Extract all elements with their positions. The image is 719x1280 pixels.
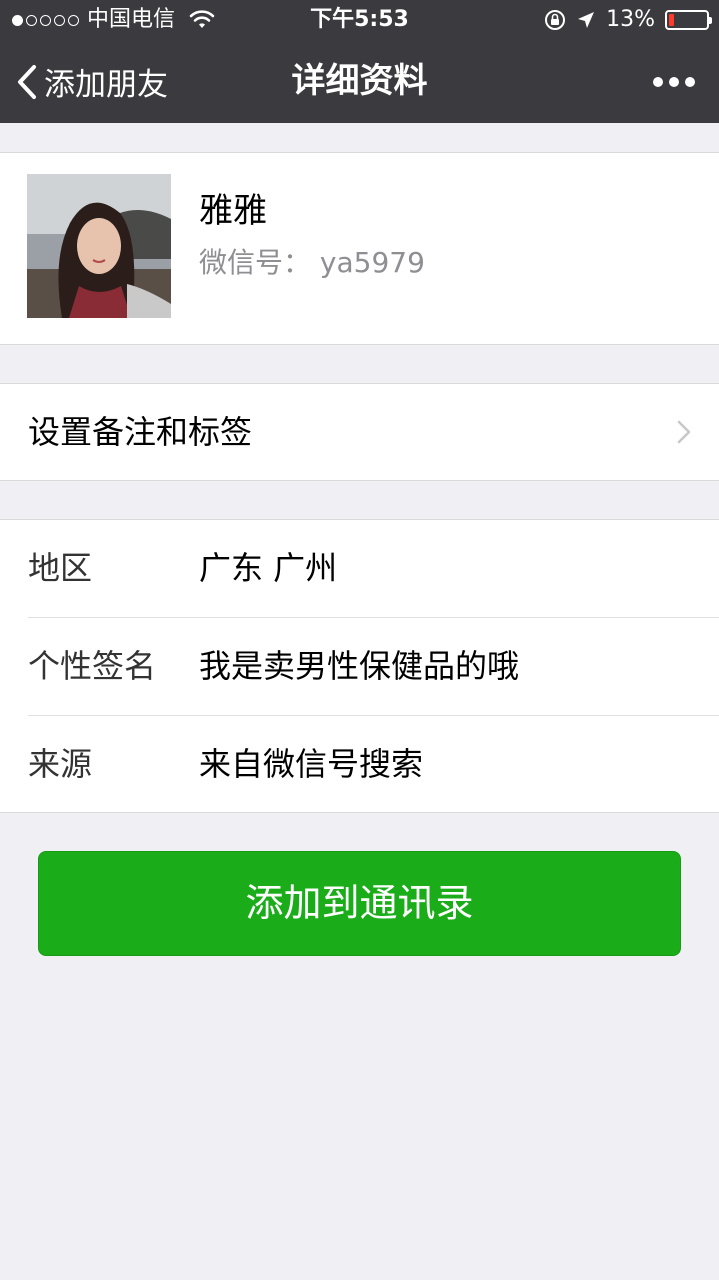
- source-label: 来源: [28, 745, 93, 783]
- add-to-contacts-button[interactable]: 添加到通讯录: [38, 851, 681, 956]
- location-arrow-icon: [578, 12, 595, 28]
- detail-row-signature: 个性签名 我是卖男性保健品的哦: [0, 618, 719, 715]
- detail-row-region: 地区 广东 广州: [0, 520, 719, 617]
- wechat-id: 微信号： ya5979: [199, 246, 425, 279]
- set-remark-and-tags-row[interactable]: 设置备注和标签: [0, 383, 719, 481]
- details-card: 地区 广东 广州 个性签名 我是卖男性保健品的哦 来源 来自微信号搜索: [0, 519, 719, 813]
- page-title: 详细资料: [291, 61, 428, 101]
- contact-name: 雅雅: [199, 191, 267, 231]
- contact-detail-screen: 中国电信 下午5:53 13% 添加朋友 详细资料 雅雅 微信号： ya5979…: [0, 0, 719, 1280]
- battery-level-fill: [669, 14, 674, 26]
- signature-value: 我是卖男性保健品的哦: [199, 647, 520, 685]
- detail-row-source: 来源 来自微信号搜索: [0, 716, 719, 813]
- top-bar: 中国电信 下午5:53 13% 添加朋友 详细资料: [0, 0, 719, 123]
- status-right: 13%: [544, 0, 712, 40]
- signature-label: 个性签名: [28, 647, 157, 685]
- battery-percentage: 13%: [606, 7, 655, 32]
- source-value: 来自微信号搜索: [199, 745, 424, 783]
- status-bar: 中国电信 下午5:53 13%: [0, 0, 719, 40]
- set-remark-label: 设置备注和标签: [28, 413, 253, 451]
- more-icon[interactable]: [653, 40, 695, 123]
- battery-icon: [665, 10, 712, 30]
- avatar[interactable]: [27, 174, 171, 318]
- chevron-right-icon: [677, 420, 691, 444]
- region-label: 地区: [28, 549, 93, 587]
- region-value: 广东 广州: [199, 549, 338, 587]
- navigation-bar: 添加朋友 详细资料: [0, 40, 719, 123]
- profile-card: 雅雅 微信号： ya5979: [0, 152, 719, 345]
- rotation-lock-icon: [545, 10, 566, 30]
- avatar-photo: [27, 174, 171, 318]
